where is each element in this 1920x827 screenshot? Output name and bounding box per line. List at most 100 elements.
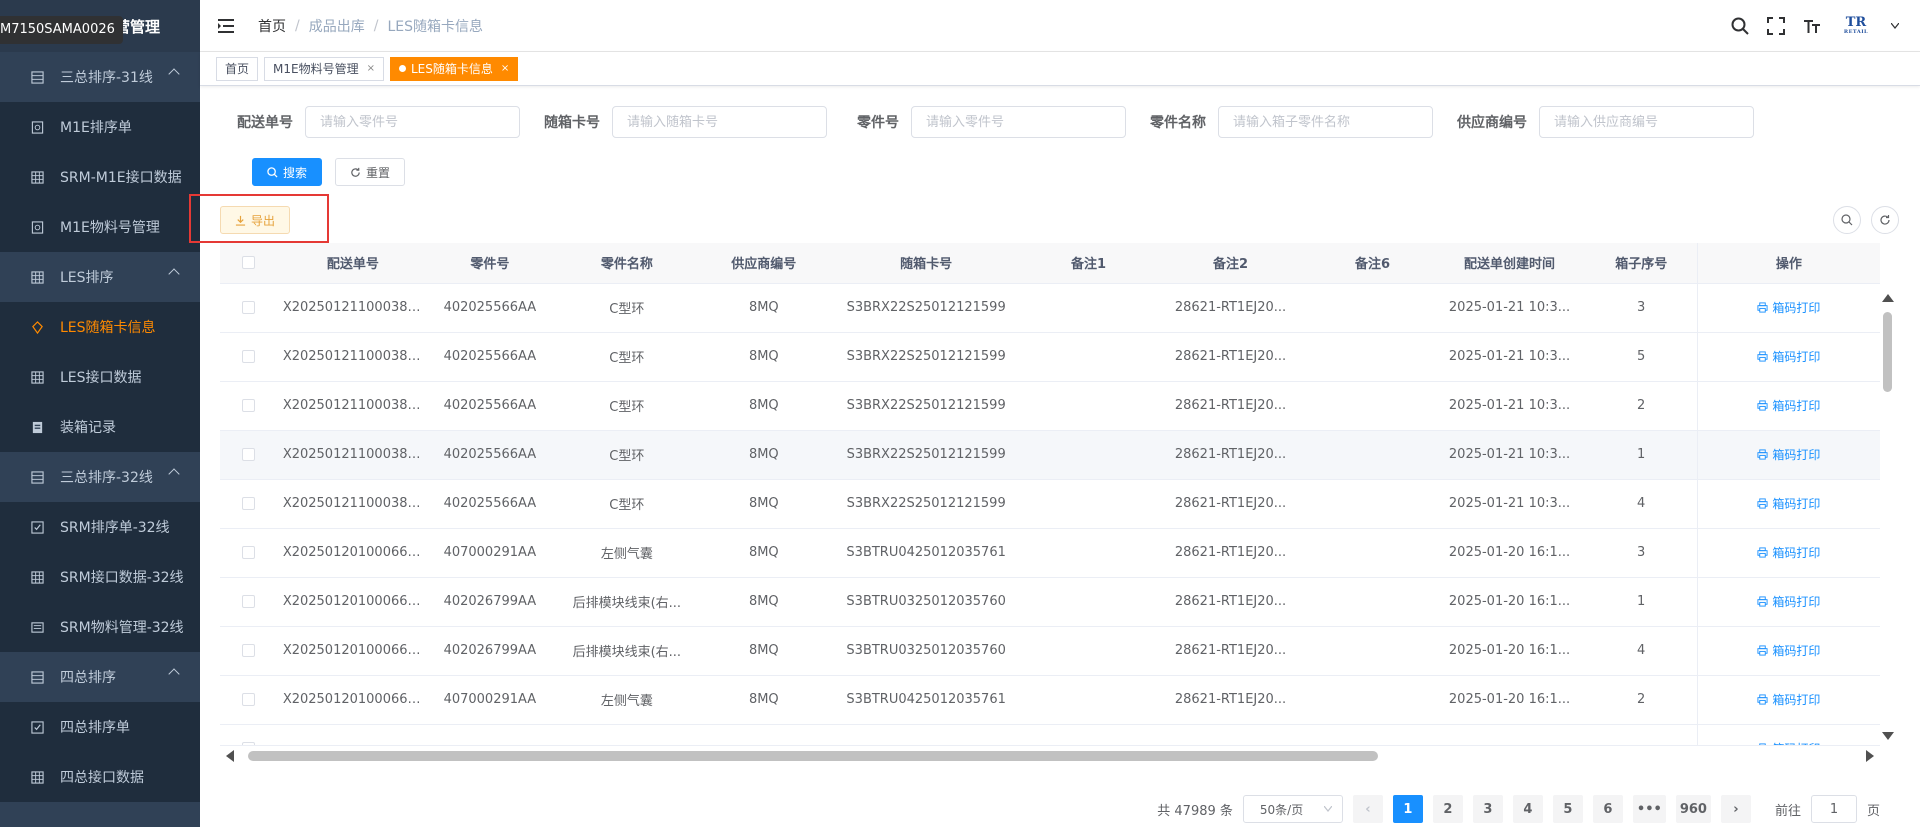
col-header[interactable]: 零件名称 <box>550 243 703 284</box>
sidebar-item[interactable]: LES随箱卡信息 <box>0 302 200 352</box>
brand-logo[interactable]: TR RETAIL <box>1838 15 1874 37</box>
next-page-button[interactable]: › <box>1720 795 1751 823</box>
horizontal-scrollbar[interactable] <box>220 748 1880 764</box>
print-box-code-link[interactable]: 箱码打印 <box>1757 593 1820 610</box>
print-box-code-link[interactable]: 箱码打印 <box>1757 740 1820 745</box>
row-checkbox[interactable] <box>220 577 277 627</box>
print-box-code-link[interactable]: 箱码打印 <box>1757 348 1820 365</box>
sidebar-item[interactable]: 三总排序-32线 <box>0 452 200 502</box>
print-box-code-link[interactable]: 箱码打印 <box>1757 642 1820 659</box>
sidebar-item[interactable]: 四总排序单 <box>0 702 200 752</box>
print-box-code-link[interactable]: 箱码打印 <box>1757 299 1820 316</box>
page-number-button[interactable]: 6 <box>1592 795 1623 823</box>
scroll-thumb[interactable] <box>1883 312 1892 392</box>
row-checkbox[interactable] <box>220 675 277 725</box>
search-button[interactable]: 搜索 <box>252 158 323 186</box>
col-header[interactable]: 零件号 <box>429 243 551 284</box>
chevron-down-icon[interactable] <box>1890 16 1900 36</box>
scroll-up-icon[interactable] <box>1882 294 1894 302</box>
reset-button[interactable]: 重置 <box>335 158 406 186</box>
sidebar-item[interactable]: 三总排序-31线 <box>0 52 200 102</box>
table-row[interactable]: X2025012010006653 402026799AA 后排模块线束(右... 8… <box>220 626 1880 676</box>
table-row[interactable]: X2025012010006653 407000291AA 左侧气囊 8MQ S3BTR… <box>220 528 1880 578</box>
sidebar-item[interactable]: 四总接口数据 <box>0 752 200 802</box>
print-box-code-link[interactable]: 箱码打印 <box>1757 691 1820 708</box>
page-number-button[interactable]: 2 <box>1432 795 1463 823</box>
toggle-search-button[interactable] <box>1833 206 1861 234</box>
table-row[interactable]: X2025012110003899 402025566AA C型环 8MQ S3BRX2… <box>220 283 1880 333</box>
sidebar-item[interactable]: SRM排序单-32线 <box>0 502 200 552</box>
col-header[interactable]: 备注2 <box>1149 243 1312 284</box>
page-number-button[interactable]: 3 <box>1472 795 1503 823</box>
col-header[interactable]: 配送单创建时间 <box>1433 243 1586 284</box>
breadcrumb-outbound[interactable]: 成品出库 <box>309 16 365 36</box>
table-row[interactable]: X2025012010006653 407000291AA 左侧气囊 8MQ S3BTR… <box>220 675 1880 725</box>
sidebar-item[interactable]: M1E物料号管理 <box>0 202 200 252</box>
scroll-right-icon[interactable] <box>1866 750 1874 762</box>
sidebar-item[interactable]: LES排序 <box>0 252 200 302</box>
table-row[interactable]: X2025012110003899 402025566AA C型环 8MQ S3BRX2… <box>220 479 1880 529</box>
page-number-button[interactable]: ••• <box>1632 795 1666 823</box>
sidebar-item[interactable]: M1E排序单 <box>0 102 200 152</box>
supplier-no-input[interactable] <box>1539 106 1754 138</box>
select-all-checkbox[interactable] <box>220 243 277 284</box>
scroll-thumb[interactable] <box>248 751 1378 761</box>
sidebar-item[interactable]: 四总排序 <box>0 652 200 702</box>
col-header[interactable]: 随箱卡号 <box>824 243 1028 284</box>
print-box-code-link[interactable]: 箱码打印 <box>1757 544 1820 561</box>
table-row[interactable]: X2025012010006653 402026799AA 后排模块线束(右... 8… <box>220 577 1880 627</box>
hamburger-icon[interactable] <box>218 18 238 34</box>
tag-home[interactable]: 首页 <box>216 56 259 81</box>
goto-page-input[interactable] <box>1810 795 1857 823</box>
tag-les-card-info[interactable]: LES随箱卡信息 × <box>389 56 519 81</box>
refresh-table-button[interactable] <box>1871 206 1899 234</box>
col-header[interactable]: 箱子序号 <box>1585 243 1698 284</box>
sidebar-item[interactable]: 装箱记录 <box>0 402 200 452</box>
print-box-code-link[interactable]: 箱码打印 <box>1757 446 1820 463</box>
part-no-input[interactable] <box>911 106 1126 138</box>
col-header[interactable]: 备注1 <box>1027 243 1150 284</box>
part-name-input[interactable] <box>1218 106 1433 138</box>
page-number-button[interactable]: 1 <box>1392 795 1423 823</box>
vertical-scrollbar[interactable] <box>1880 290 1894 746</box>
sidebar-item[interactable]: SRM接口数据-32线 <box>0 552 200 602</box>
fullscreen-icon[interactable] <box>1766 16 1786 36</box>
tag-m1e-material[interactable]: M1E物料号管理 × <box>264 56 384 81</box>
row-checkbox[interactable] <box>220 724 277 745</box>
row-checkbox[interactable] <box>220 332 277 382</box>
row-checkbox[interactable] <box>220 528 277 578</box>
sidebar-item[interactable]: LES接口数据 <box>0 352 200 402</box>
row-checkbox[interactable] <box>220 381 277 431</box>
page-number-button[interactable]: 960 <box>1675 795 1711 823</box>
search-icon[interactable] <box>1730 16 1750 36</box>
card-no-input[interactable] <box>612 106 827 138</box>
sidebar-item[interactable]: SRM物料管理-32线 <box>0 602 200 652</box>
table-cell: 2025-01-21 10:3... <box>1433 332 1586 382</box>
page-number-button[interactable]: 4 <box>1512 795 1543 823</box>
scroll-down-icon[interactable] <box>1882 732 1894 740</box>
col-header[interactable]: 供应商编号 <box>702 243 825 284</box>
col-header[interactable]: 备注6 <box>1311 243 1434 284</box>
row-checkbox[interactable] <box>220 626 277 676</box>
page-size-select[interactable]: 50条/页 <box>1242 795 1343 823</box>
row-checkbox[interactable] <box>220 283 277 333</box>
table-row[interactable]: X2025012110003899 402025566AA C型环 8MQ S3BRX2… <box>220 381 1880 431</box>
scroll-left-icon[interactable] <box>226 750 234 762</box>
close-icon[interactable]: × <box>501 58 509 80</box>
table-row[interactable]: X2025012110003899 402025566AA C型环 8MQ S3BRX2… <box>220 332 1880 382</box>
print-box-code-link[interactable]: 箱码打印 <box>1757 397 1820 414</box>
close-icon[interactable]: × <box>367 58 375 80</box>
export-button[interactable]: 导出 <box>220 206 291 234</box>
table-row[interactable]: 箱码打印 <box>220 724 1880 745</box>
sidebar-item[interactable]: SRM-M1E接口数据 <box>0 152 200 202</box>
row-checkbox[interactable] <box>220 479 277 529</box>
font-size-icon[interactable] <box>1802 16 1822 36</box>
page-number-button[interactable]: 5 <box>1552 795 1583 823</box>
breadcrumb-home[interactable]: 首页 <box>258 16 286 36</box>
col-header[interactable]: 配送单号 <box>276 243 429 284</box>
table-row[interactable]: X2025012110003899 402025566AA C型环 8MQ S3BRX2… <box>220 430 1880 480</box>
prev-page-button[interactable]: ‹ <box>1352 795 1383 823</box>
delivery-no-input[interactable] <box>305 106 520 138</box>
row-checkbox[interactable] <box>220 430 277 480</box>
print-box-code-link[interactable]: 箱码打印 <box>1757 495 1820 512</box>
